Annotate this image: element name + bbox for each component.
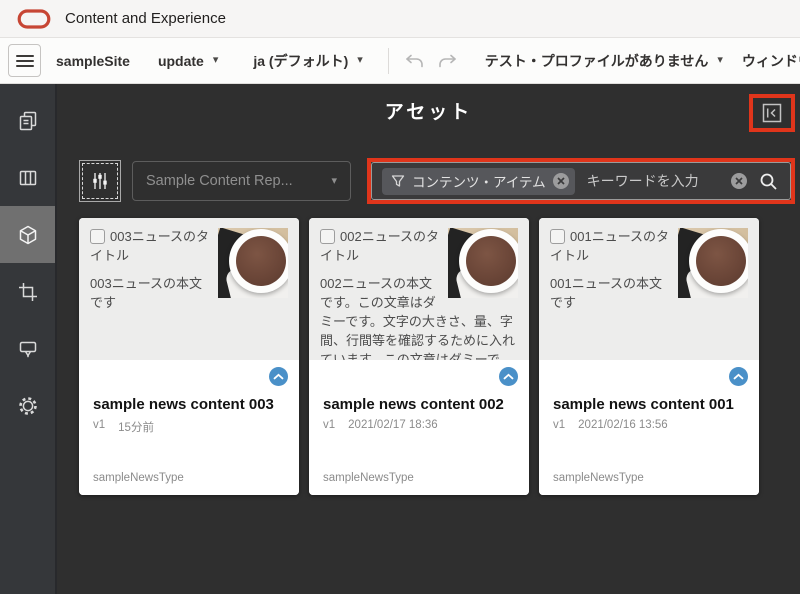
content-item-filter-chip[interactable]: コンテンツ・アイテム — [382, 168, 575, 195]
sidebar-item-settings[interactable] — [0, 377, 55, 434]
undo-button[interactable] — [404, 53, 425, 69]
app-title: Content and Experience — [65, 10, 226, 27]
collapse-card-button[interactable] — [729, 367, 748, 386]
collapse-card-button[interactable] — [269, 367, 288, 386]
asset-card-grid: 003ニュースのタイトル 003ニュースの本文です sample news co… — [79, 218, 759, 495]
search-submit-button[interactable] — [757, 172, 780, 191]
card-modified: 2021/02/16 13:56 — [578, 419, 668, 431]
chevron-down-icon: ▾ — [213, 55, 219, 66]
asset-card[interactable]: 002ニュースのタイトル 002ニュースの本文です。この文章はダミーです。文字の… — [309, 218, 529, 495]
coffee-thumbnail-image — [448, 228, 518, 298]
app-window: Content and Experience sampleSite update… — [0, 0, 800, 594]
card-version: v1 — [93, 419, 105, 435]
chevron-down-icon: ▾ — [331, 176, 337, 187]
coffee-thumbnail-image — [678, 228, 748, 298]
repository-dropdown-value: Sample Content Rep... — [146, 173, 293, 189]
card-content-type: sampleNewsType — [553, 472, 644, 484]
card-news-title: 003ニュースのタイトル — [90, 229, 209, 263]
chevron-up-icon — [733, 373, 744, 380]
card-checkbox[interactable] — [320, 229, 335, 244]
assets-panel: アセット Sample Content Rep... ▾ — [57, 84, 800, 594]
sidebar-item-assets[interactable] — [0, 206, 55, 263]
sidebar-item-theme[interactable] — [0, 320, 55, 377]
filter-settings-button[interactable] — [79, 160, 121, 202]
card-modified: 2021/02/17 18:36 — [348, 419, 438, 431]
collapse-panel-icon — [762, 103, 782, 123]
assets-controls-row: Sample Content Rep... ▾ コンテンツ・アイテム — [79, 158, 795, 204]
card-version: v1 — [553, 419, 565, 431]
window-fit-label[interactable]: ウィンドウに — [742, 51, 800, 71]
card-content-type: sampleNewsType — [93, 472, 184, 484]
hamburger-icon — [16, 54, 34, 68]
coffee-thumbnail-image — [218, 228, 288, 298]
card-modified: 15分前 — [118, 419, 154, 435]
card-name: sample news content 003 — [93, 396, 285, 413]
card-footer: sample news content 001 v1 2021/02/16 13… — [539, 360, 759, 495]
editor-toolbar: sampleSite update ▾ ja (デフォルト) ▾ テスト・プロフ… — [0, 38, 800, 84]
card-name: sample news content 001 — [553, 396, 745, 413]
remove-filter-button[interactable] — [553, 173, 569, 189]
language-menu[interactable]: ja (デフォルト) ▾ — [253, 51, 362, 71]
theme-badge-icon — [17, 338, 39, 360]
hamburger-menu-button[interactable] — [8, 44, 41, 77]
settings-gear-icon — [17, 395, 39, 417]
chevron-up-icon — [273, 373, 284, 380]
sidebar-item-crop[interactable] — [0, 263, 55, 320]
annotation-box-collapse — [749, 94, 795, 132]
site-pages-icon — [17, 110, 39, 132]
asset-card[interactable]: 003ニュースのタイトル 003ニュースの本文です sample news co… — [79, 218, 299, 495]
clear-x-icon — [735, 177, 743, 185]
chevron-up-icon — [503, 373, 514, 380]
card-news-title: 001ニュースのタイトル — [550, 229, 669, 263]
repository-dropdown[interactable]: Sample Content Rep... ▾ — [132, 161, 351, 201]
keyword-search-input[interactable] — [585, 172, 721, 190]
chevron-down-icon: ▾ — [717, 55, 723, 66]
redo-icon — [437, 53, 458, 69]
editor-sidebar — [0, 84, 57, 594]
sliders-icon — [90, 171, 110, 191]
test-profile-menu[interactable]: テスト・プロファイルがありません ▾ — [485, 51, 723, 71]
card-name: sample news content 002 — [323, 396, 515, 413]
clear-x-icon — [557, 177, 565, 185]
site-name-label: sampleSite — [56, 53, 130, 69]
search-icon — [759, 172, 778, 191]
oracle-logo-icon — [17, 8, 51, 30]
annotation-box-search: コンテンツ・アイテム — [367, 158, 795, 204]
assets-cube-icon — [17, 224, 39, 246]
search-bar: コンテンツ・アイテム — [371, 162, 791, 200]
card-preview: 001ニュースのタイトル 001ニュースの本文です — [539, 218, 759, 360]
sidebar-item-pages[interactable] — [0, 92, 55, 149]
chevron-down-icon: ▾ — [357, 55, 363, 66]
filter-funnel-icon — [391, 174, 405, 188]
card-preview: 003ニュースのタイトル 003ニュースの本文です — [79, 218, 299, 360]
undo-icon — [404, 53, 425, 69]
collapse-panel-button[interactable] — [762, 103, 782, 123]
card-preview: 002ニュースのタイトル 002ニュースの本文です。この文章はダミーです。文字の… — [309, 218, 529, 360]
panel-title: アセット — [57, 97, 800, 124]
clear-keyword-button[interactable] — [731, 173, 747, 189]
layout-columns-icon — [17, 167, 39, 189]
card-news-title: 002ニュースのタイトル — [320, 229, 439, 263]
card-version: v1 — [323, 419, 335, 431]
card-checkbox[interactable] — [90, 229, 105, 244]
brand-bar: Content and Experience — [0, 0, 800, 38]
card-footer: sample news content 003 v1 15分前 sampleNe… — [79, 360, 299, 495]
card-footer: sample news content 002 v1 2021/02/17 18… — [309, 360, 529, 495]
toolbar-divider — [388, 48, 389, 74]
redo-button[interactable] — [437, 53, 458, 69]
asset-card[interactable]: 001ニュースのタイトル 001ニュースの本文です sample news co… — [539, 218, 759, 495]
sidebar-item-layouts[interactable] — [0, 149, 55, 206]
filter-chip-label: コンテンツ・アイテム — [412, 171, 546, 191]
collapse-card-button[interactable] — [499, 367, 518, 386]
update-menu[interactable]: update ▾ — [158, 53, 218, 69]
card-content-type: sampleNewsType — [323, 472, 414, 484]
card-checkbox[interactable] — [550, 229, 565, 244]
crop-icon — [17, 281, 39, 303]
